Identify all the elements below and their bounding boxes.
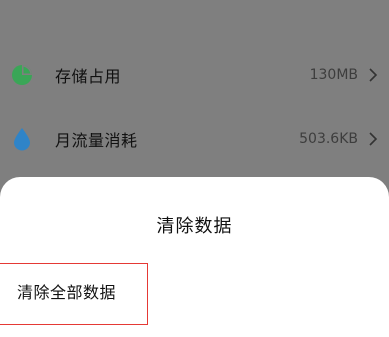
storage-usage-row[interactable]: 存储占用 130MB <box>0 50 389 100</box>
monthly-traffic-value: 503.6KB <box>299 131 358 147</box>
clear-data-dialog: 清除数据 清除全部数据 <box>0 177 389 337</box>
pie-chart-icon <box>11 64 33 86</box>
chevron-right-icon <box>366 67 380 83</box>
dialog-title: 清除数据 <box>156 216 233 237</box>
clear-all-data-option[interactable]: 清除全部数据 <box>0 263 148 325</box>
monthly-traffic-row[interactable]: 月流量消耗 503.6KB <box>0 114 389 164</box>
storage-usage-value: 130MB <box>309 67 358 83</box>
monthly-traffic-label: 月流量消耗 <box>55 131 138 150</box>
chevron-right-icon <box>366 131 380 147</box>
water-drop-icon <box>11 128 33 151</box>
clear-all-data-label: 清除全部数据 <box>17 283 117 302</box>
storage-usage-label: 存储占用 <box>55 67 122 86</box>
